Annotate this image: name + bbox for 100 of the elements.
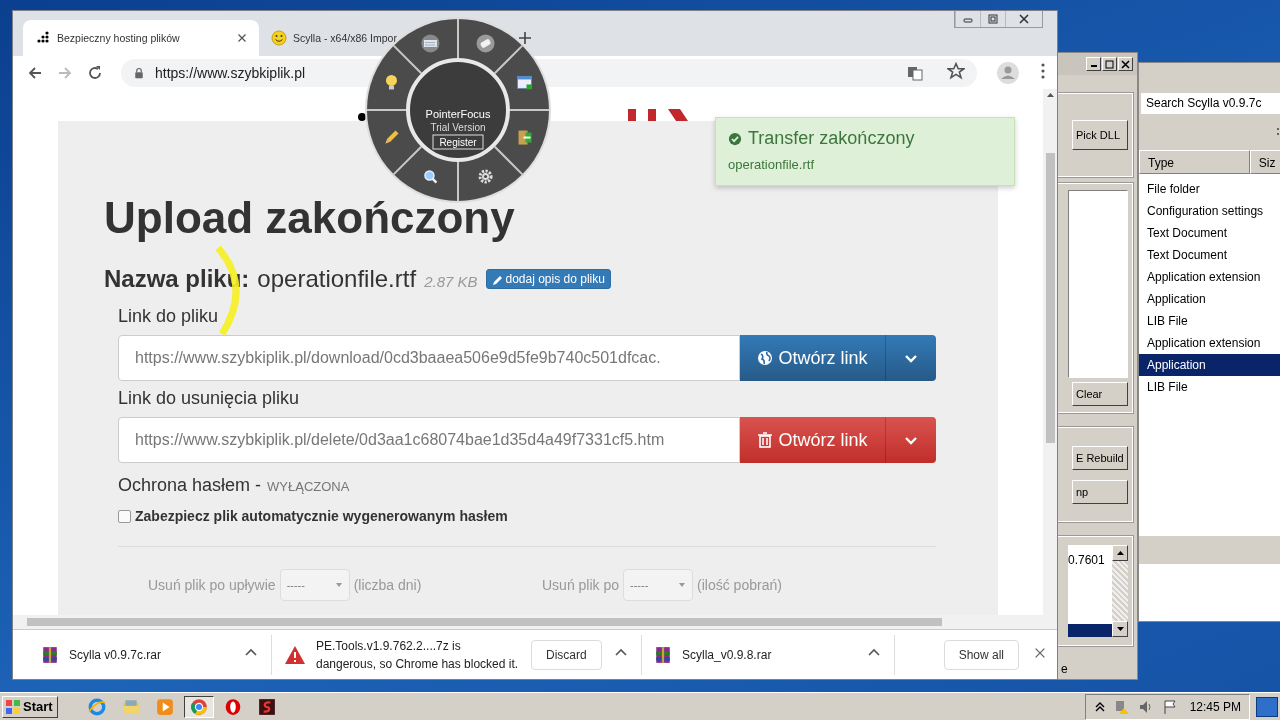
expiry-label: Usuń plik po upływie: [148, 577, 276, 593]
forward-icon: [57, 64, 73, 81]
archive-icon: [41, 645, 59, 664]
show-desktop-button[interactable]: [1256, 696, 1278, 717]
folder-icon: [121, 697, 140, 716]
list-box[interactable]: [1068, 190, 1128, 379]
file-row[interactable]: LIB File: [1139, 310, 1280, 332]
down-arrow-icon: [1116, 627, 1124, 631]
bulb-icon[interactable]: [386, 74, 397, 90]
pick-dll-button[interactable]: Pick DLL: [1072, 120, 1128, 150]
browser-e-icon: [87, 697, 106, 716]
app-name: PointerFocus: [425, 108, 491, 120]
download-name: PE.Tools.v1.9.762.2....7z is dangerous, so Chrome has blocked it.: [316, 637, 520, 673]
search-field[interactable]: Search Scylla v0.9.7c: [1141, 93, 1280, 114]
open-link-button[interactable]: Otwórz link: [740, 335, 885, 381]
file-row[interactable]: File folder: [1139, 178, 1280, 200]
add-description-button[interactable]: dodaj opis do pliku: [485, 269, 611, 289]
lock-icon: [133, 65, 145, 80]
download-name: Scylla_v0.9.8.rar: [682, 647, 772, 662]
page-heading: Upload zakończony: [104, 193, 516, 243]
search-icon[interactable]: [424, 170, 438, 184]
caret-icon: [334, 581, 343, 589]
expiry-label: Usuń plik po: [542, 577, 620, 593]
field-label: Link do pliku: [118, 305, 220, 327]
vertical-scrollbar[interactable]: [1043, 89, 1057, 615]
open-link-button[interactable]: Otwórz link: [740, 417, 885, 463]
window-icon[interactable]: [517, 75, 532, 90]
up-arrow-icon: [1116, 551, 1124, 555]
password-label: Ochrona hasłem -: [118, 475, 262, 496]
trash-icon: [757, 432, 774, 448]
pencil-icon: [491, 273, 503, 285]
restore-icon: [987, 14, 999, 24]
translate-icon: [907, 64, 923, 81]
globe-icon: [757, 350, 774, 366]
close-icon: [1121, 59, 1130, 69]
unit-label: (ilość pobrań): [697, 577, 782, 593]
chrome-icon: [189, 697, 208, 716]
link-field[interactable]: https://www.szybkiplik.pl/delete/0d3aa1c68074bae1d35d4a49f7331cf5.htm: [118, 417, 740, 463]
column-header[interactable]: Type: [1139, 150, 1250, 174]
rebuild-button[interactable]: E Rebuild: [1072, 445, 1128, 470]
edition-label: Trial Version: [430, 122, 486, 133]
unit-label: (liczba dni): [353, 577, 422, 593]
file-row[interactable]: Text Document: [1139, 222, 1280, 244]
dump-button[interactable]: np: [1072, 479, 1128, 504]
media-player-icon: [155, 697, 174, 716]
avatar-icon: [997, 61, 1019, 84]
new-tab-icon: [519, 31, 531, 44]
show-all-button[interactable]: Show all: [943, 639, 1019, 670]
file-row[interactable]: LIB File: [1139, 376, 1280, 398]
file-size: 2.87 KB: [424, 273, 478, 290]
clock: 12:45 PM: [1189, 699, 1241, 714]
notification-title: Transfer zakończony: [748, 128, 915, 149]
download-name: Scylla v0.9.7c.rar: [69, 647, 162, 662]
back-icon: [27, 64, 43, 81]
file-row[interactable]: Application extension: [1139, 332, 1280, 354]
maximize-icon: [1105, 59, 1114, 69]
register-button[interactable]: Register: [432, 134, 484, 150]
flag-icon: [1161, 698, 1178, 715]
browser-tab[interactable]: Bezpieczny hosting plików: [23, 20, 259, 56]
status-text: e: [1061, 662, 1068, 676]
keyboard-icon[interactable]: [421, 34, 440, 53]
file-row[interactable]: Application: [1139, 354, 1280, 376]
app-icon: [257, 697, 276, 716]
eraser-icon[interactable]: [476, 34, 495, 53]
file-row[interactable]: Application: [1139, 288, 1280, 310]
select-field[interactable]: -----: [623, 569, 694, 601]
caret-icon: [678, 581, 687, 589]
minimize-icon: [1090, 65, 1097, 67]
menu-icon: [1041, 62, 1045, 79]
windows-icon: [5, 698, 21, 715]
checkbox[interactable]: [118, 509, 131, 523]
file-row[interactable]: Configuration settings: [1139, 200, 1280, 222]
link-field[interactable]: https://www.szybkiplik.pl/download/0cd3baaea506e9d5fe9b740c501dfcac.: [118, 335, 740, 381]
reload-icon: [87, 64, 103, 81]
check-circle-icon: [728, 131, 742, 146]
field-label: Link do usunięcia pliku: [118, 387, 301, 409]
file-name: operationfile.rtf: [257, 265, 417, 293]
clear-button[interactable]: Clear: [1072, 382, 1128, 406]
start-button[interactable]: Start: [2, 695, 58, 718]
notification-text: operationfile.rtf: [728, 157, 814, 172]
opera-icon: [223, 697, 242, 716]
file-row[interactable]: Text Document: [1139, 244, 1280, 266]
file-row[interactable]: Application extension: [1139, 266, 1280, 288]
select-field[interactable]: -----: [279, 569, 350, 601]
pencil-icon[interactable]: [385, 130, 399, 144]
warning-icon: [284, 644, 306, 665]
network-icon: [1113, 698, 1130, 715]
exit-icon[interactable]: [518, 130, 532, 145]
up-arrow-icon: [1046, 93, 1054, 97]
scrollbar[interactable]: [1112, 545, 1128, 637]
discard-button[interactable]: Discard: [531, 639, 602, 670]
gear-icon[interactable]: [478, 169, 493, 184]
password-status: WYŁĄCZONA: [267, 479, 350, 494]
horizontal-scrollbar[interactable]: [13, 615, 1057, 629]
taskbar-app[interactable]: [183, 695, 214, 718]
maximize-button[interactable]: [1102, 57, 1117, 71]
close-icon: [1018, 14, 1030, 24]
checkbox-label: Zabezpiecz plik automatycznie wygenerowanym hasłem: [135, 508, 508, 524]
star-icon: [947, 62, 965, 80]
archive-icon: [654, 645, 672, 664]
